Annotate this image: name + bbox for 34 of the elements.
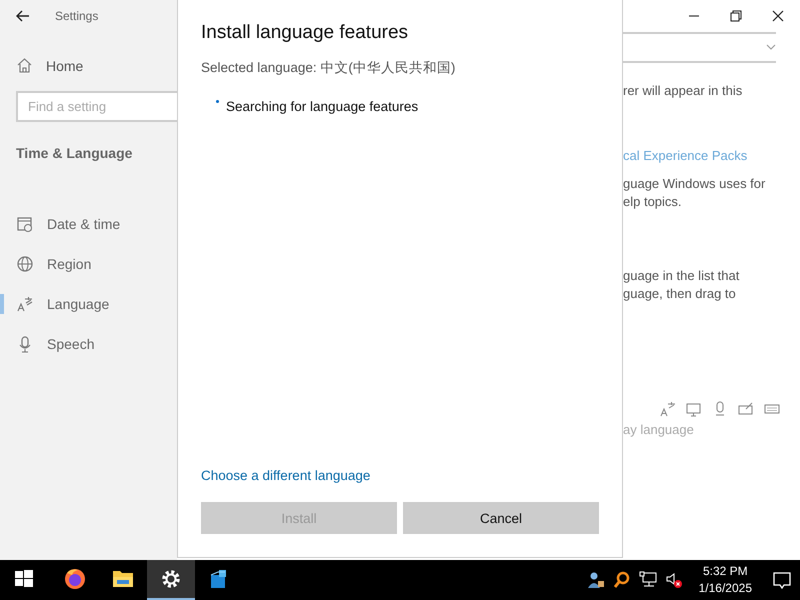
volume-muted-icon[interactable]	[664, 571, 683, 589]
language-icon	[16, 295, 34, 313]
calendar-icon	[16, 215, 34, 233]
search-field[interactable]: Find a setting	[16, 91, 177, 122]
selected-language: Selected language: 中文(中华人民共和国)	[201, 59, 456, 77]
description-text: guage Windows uses for elp topics.	[623, 175, 766, 211]
choose-language-link[interactable]: Choose a different language	[201, 468, 370, 483]
back-arrow-icon[interactable]	[15, 8, 31, 24]
clock-time[interactable]: 5:32 PM	[698, 563, 752, 580]
cancel-button[interactable]: Cancel	[403, 502, 599, 534]
description-text: guage in the list that guage, then drag to	[623, 267, 740, 303]
taskbar-button[interactable]	[147, 560, 195, 600]
magnifier-icon[interactable]	[612, 571, 631, 589]
notification-icon[interactable]	[772, 570, 792, 590]
start-icon	[15, 570, 33, 588]
dialog-title: Install language features	[201, 22, 410, 44]
option-text: ay language	[623, 421, 695, 439]
globe-icon	[16, 255, 34, 273]
language-icon	[659, 400, 676, 417]
status-text: Searching for language features	[226, 99, 418, 114]
description-text: rer will appear in this	[623, 82, 744, 100]
browser-icon	[63, 567, 87, 591]
restore-icon[interactable]	[730, 10, 742, 22]
clock-date[interactable]: 1/16/2025	[698, 580, 752, 597]
window-title: Settings	[55, 9, 98, 23]
people-icon[interactable]	[586, 571, 605, 589]
handwriting-icon	[737, 400, 754, 417]
home-nav-item[interactable]: Home	[0, 57, 177, 74]
chevron-icon	[766, 44, 776, 52]
home-icon	[16, 57, 33, 74]
close-icon[interactable]	[772, 10, 784, 22]
network-icon[interactable]	[638, 571, 657, 589]
section-heading: Time & Language	[16, 145, 134, 161]
progress-dot-icon	[216, 100, 219, 103]
